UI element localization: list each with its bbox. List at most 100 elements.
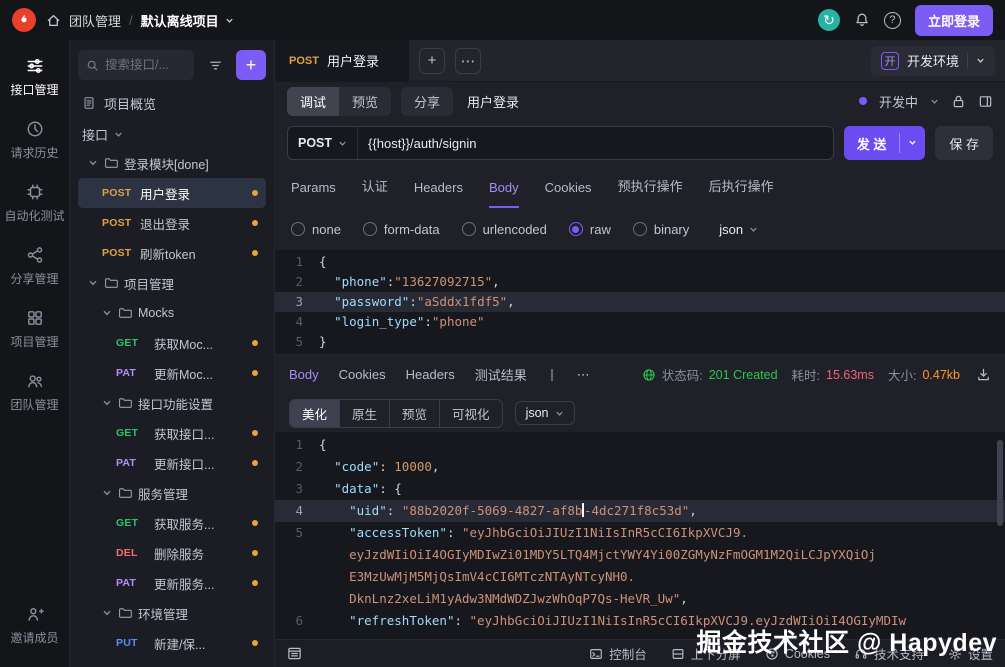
tab-cookies[interactable]: Cookies	[545, 180, 592, 208]
chevron-down-icon[interactable]	[88, 158, 98, 168]
bell-icon[interactable]	[854, 12, 870, 28]
code-line[interactable]: 3 "data": {	[275, 478, 1005, 500]
login-button[interactable]: 立即登录	[915, 5, 993, 36]
settings-button[interactable]: 设置	[948, 644, 993, 663]
tree-endpoint[interactable]: POST刷新token	[78, 238, 266, 268]
mode-preview[interactable]: 预览	[390, 400, 440, 427]
tree-endpoint[interactable]: PAT更新接口...	[78, 448, 266, 478]
code-line[interactable]: 4 "login_type":"phone"	[275, 312, 1005, 332]
tree-endpoint[interactable]: PAT更新Moc...	[78, 358, 266, 388]
pin-icon[interactable]	[547, 368, 557, 382]
search-input-wrapper[interactable]	[78, 50, 194, 80]
chevron-down-icon[interactable]	[102, 608, 112, 618]
code-line[interactable]: 2 "phone":"13627092715",	[275, 272, 1005, 292]
tab-params[interactable]: Params	[291, 180, 336, 208]
nav-item-invite[interactable]: 邀请成员	[0, 594, 69, 657]
mode-visualize[interactable]: 可视化	[440, 400, 502, 427]
tree-endpoint[interactable]: PAT更新服务...	[78, 568, 266, 598]
radio-binary[interactable]: binary	[633, 222, 689, 237]
mode-raw[interactable]: 原生	[340, 400, 390, 427]
tree-folder[interactable]: 环境管理	[78, 598, 266, 628]
tree-endpoint[interactable]: GET获取服务...	[78, 508, 266, 538]
tab-more-button[interactable]: ⋯	[455, 48, 481, 74]
split-screen-button[interactable]: 上下分屏	[671, 644, 741, 663]
tab-headers[interactable]: Headers	[414, 180, 463, 208]
project-overview-item[interactable]: 项目概览	[78, 86, 266, 120]
response-tab-body[interactable]: Body	[289, 367, 319, 382]
nav-item-team[interactable]: 团队管理	[0, 361, 69, 424]
response-tab-cookies[interactable]: Cookies	[339, 367, 386, 382]
sync-icon[interactable]: ↻	[818, 9, 840, 31]
tree-endpoint[interactable]: POST退出登录	[78, 208, 266, 238]
document-tab-active[interactable]: POST 用户登录	[275, 40, 409, 82]
response-body-editor[interactable]: 1{2 "code": 10000,3 "data": {4 "uid": "8…	[275, 432, 1005, 639]
tab-body[interactable]: Body	[489, 180, 519, 208]
api-section-header[interactable]: 接口	[78, 120, 266, 148]
request-body-editor[interactable]: 1{2 "phone":"13627092715",3 "password":"…	[275, 250, 1005, 354]
nav-item-history[interactable]: 请求历史	[0, 109, 69, 172]
preview-button[interactable]: 预览	[339, 87, 391, 116]
lock-icon[interactable]	[951, 94, 966, 109]
scrollbar[interactable]	[997, 440, 1003, 526]
app-logo-icon[interactable]	[12, 8, 36, 32]
nav-item-project[interactable]: 项目管理	[0, 298, 69, 361]
chevron-down-icon[interactable]	[102, 488, 112, 498]
tree-endpoint[interactable]: GET获取Moc...	[78, 328, 266, 358]
code-line[interactable]: 1{	[275, 252, 1005, 272]
radio-raw[interactable]: raw	[569, 222, 611, 237]
mode-pretty[interactable]: 美化	[290, 400, 340, 427]
url-input[interactable]	[358, 136, 833, 151]
debug-button[interactable]: 调试	[287, 87, 339, 116]
response-lang-select[interactable]: json	[515, 401, 575, 425]
tree-endpoint[interactable]: POST用户登录	[78, 178, 266, 208]
nav-item-share[interactable]: 分享管理	[0, 235, 69, 298]
code-line[interactable]: 3 "password":"aSddx1fdf5",	[275, 292, 1005, 312]
chevron-down-icon[interactable]	[88, 278, 98, 288]
list-panel-icon[interactable]	[287, 646, 302, 661]
code-line[interactable]: 6 "refreshToken": "eyJhbGciOiJIUzI1NiIsI…	[275, 610, 1005, 632]
tree-endpoint[interactable]: DEL删除服务	[78, 538, 266, 568]
save-button[interactable]: 保 存	[935, 126, 993, 160]
code-line[interactable]: 5 "accessToken": "eyJhbGciOiJIUzI1NiIsIn…	[275, 522, 1005, 544]
help-icon[interactable]: ?	[884, 12, 901, 29]
radio-none[interactable]: none	[291, 222, 341, 237]
code-line[interactable]: E3MzUwMjM5MjQsImV4cCI6MTczNTAyNTcyNH0.	[275, 566, 1005, 588]
cookies-button[interactable]: Cookies	[765, 647, 830, 661]
response-tab-headers[interactable]: Headers	[406, 367, 455, 382]
breadcrumb-team[interactable]: 团队管理	[69, 11, 121, 30]
tab-post-script[interactable]: 后执行操作	[709, 176, 774, 208]
chevron-down-icon[interactable]	[102, 398, 112, 408]
environment-selector[interactable]: 开 开发环境	[871, 46, 995, 76]
radio-urlencoded[interactable]: urlencoded	[462, 222, 547, 237]
code-line[interactable]: 5}	[275, 332, 1005, 352]
tree-folder[interactable]: 服务管理	[78, 478, 266, 508]
code-line[interactable]: 2 "code": 10000,	[275, 456, 1005, 478]
add-endpoint-button[interactable]: +	[236, 50, 266, 80]
response-tab-test-results[interactable]: 测试结果	[475, 365, 527, 384]
tab-pre-script[interactable]: 预执行操作	[618, 176, 683, 208]
tree-folder[interactable]: 接口功能设置	[78, 388, 266, 418]
tree-folder[interactable]: Mocks	[78, 298, 266, 328]
tree-endpoint[interactable]: GET获取接口...	[78, 418, 266, 448]
code-line[interactable]: 4 "uid": "88b2020f-5069-4827-af8b-4dc271…	[275, 500, 1005, 522]
send-options-chevron-icon[interactable]	[899, 133, 925, 153]
new-tab-button[interactable]: +	[419, 48, 445, 74]
nav-item-automation[interactable]: 自动化测试	[0, 172, 69, 235]
tab-auth[interactable]: 认证	[362, 176, 388, 208]
dev-status-label[interactable]: 开发中	[879, 92, 918, 111]
radio-form-data[interactable]: form-data	[363, 222, 440, 237]
code-line[interactable]: DknLnz2xeLiM1yAdw3NMdWDZJwzWhOqP7Qs-HeVR…	[275, 588, 1005, 610]
chevron-down-icon[interactable]	[102, 308, 112, 318]
tree-endpoint[interactable]: PUT新建/保...	[78, 628, 266, 658]
request-lang-select[interactable]: json	[719, 222, 758, 237]
code-line[interactable]: eyJzdWIiOiI4OGIyMDIwZi01MDY5LTQ4MjctYWY4…	[275, 544, 1005, 566]
response-more-button[interactable]: ⋯	[577, 367, 590, 383]
code-line[interactable]: 1{	[275, 434, 1005, 456]
filter-icon[interactable]	[200, 50, 230, 80]
method-select[interactable]: POST	[288, 127, 358, 159]
layout-panel-icon[interactable]	[978, 94, 993, 109]
nav-item-api-manage[interactable]: 接口管理	[0, 46, 69, 109]
console-button[interactable]: 控制台	[589, 644, 647, 663]
tree-folder[interactable]: 登录模块[done]	[78, 148, 266, 178]
tree-folder[interactable]: 项目管理	[78, 268, 266, 298]
